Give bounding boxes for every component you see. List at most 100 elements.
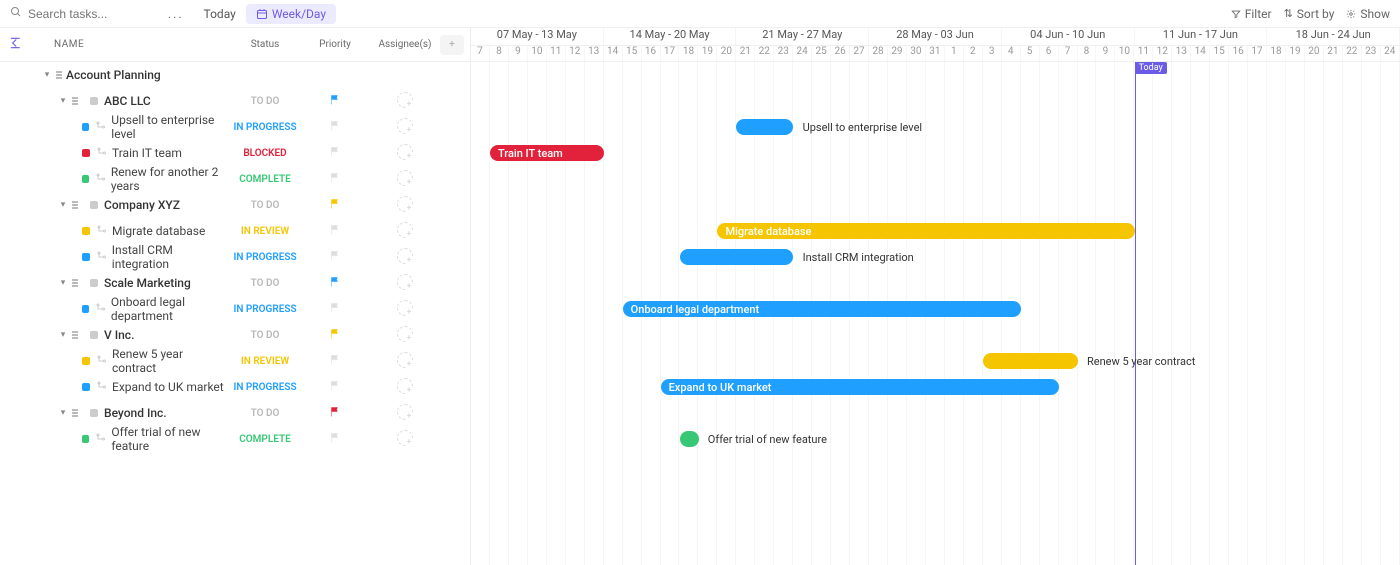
gantt-bar[interactable] (736, 119, 793, 135)
add-column-button[interactable]: + (440, 35, 464, 55)
assignee-cell[interactable] (370, 326, 440, 345)
priority-cell[interactable] (300, 224, 370, 239)
status-cell[interactable]: IN REVIEW (230, 356, 300, 367)
status-cell[interactable]: TO DO (230, 200, 300, 211)
group-row[interactable]: ▾Account Planning (0, 62, 470, 88)
group-row[interactable]: ▾ABC LLCTO DO (0, 88, 470, 114)
assignee-cell[interactable] (370, 92, 440, 111)
add-assignee-icon[interactable] (397, 248, 413, 264)
status-cell[interactable]: BLOCKED (230, 148, 300, 159)
priority-cell[interactable] (300, 276, 370, 291)
gantt-bar[interactable]: Onboard legal department (623, 301, 1021, 317)
add-assignee-icon[interactable] (397, 222, 413, 238)
status-cell[interactable]: COMPLETE (230, 434, 300, 445)
task-row[interactable]: Renew 5 year contractIN REVIEW (0, 348, 470, 374)
status-cell[interactable]: COMPLETE (230, 174, 300, 185)
add-assignee-icon[interactable] (397, 326, 413, 342)
chevron-down-icon[interactable]: ▾ (58, 330, 68, 340)
add-assignee-icon[interactable] (397, 144, 413, 160)
status-cell[interactable]: IN PROGRESS (230, 252, 300, 263)
task-row[interactable]: Renew for another 2 yearsCOMPLETE (0, 166, 470, 192)
group-row[interactable]: ▾Beyond Inc.TO DO (0, 400, 470, 426)
group-row[interactable]: ▾V Inc.TO DO (0, 322, 470, 348)
priority-cell[interactable] (300, 302, 370, 317)
status-cell[interactable]: IN PROGRESS (230, 304, 300, 315)
gantt-bar[interactable]: Train IT team (490, 145, 604, 161)
gantt-bar[interactable]: Expand to UK market (661, 379, 1059, 395)
weekday-button[interactable]: Week/Day (246, 4, 336, 24)
gantt-bar[interactable] (983, 353, 1078, 369)
status-cell[interactable]: TO DO (230, 330, 300, 341)
assignee-cell[interactable] (370, 378, 440, 397)
show-button[interactable]: Show (1346, 7, 1390, 21)
priority-cell[interactable] (300, 328, 370, 343)
status-cell[interactable]: IN REVIEW (230, 226, 300, 237)
priority-cell[interactable] (300, 120, 370, 135)
task-row[interactable]: Train IT teamBLOCKED (0, 140, 470, 166)
add-assignee-icon[interactable] (397, 274, 413, 290)
assignee-cell[interactable] (370, 300, 440, 319)
priority-cell[interactable] (300, 172, 370, 187)
priority-cell[interactable] (300, 198, 370, 213)
chevron-down-icon[interactable]: ▾ (58, 408, 68, 418)
chevron-down-icon[interactable]: ▾ (58, 200, 68, 210)
status-cell[interactable]: TO DO (230, 96, 300, 107)
sortby-button[interactable]: ⇅ Sort by (1284, 7, 1335, 21)
add-assignee-icon[interactable] (397, 352, 413, 368)
search-input[interactable] (28, 7, 148, 21)
col-status[interactable]: Status (230, 39, 300, 50)
add-assignee-icon[interactable] (397, 92, 413, 108)
status-cell[interactable]: IN PROGRESS (230, 122, 300, 133)
chevron-down-icon[interactable]: ▾ (58, 96, 68, 106)
assignee-cell[interactable] (370, 196, 440, 215)
task-row[interactable]: Expand to UK marketIN PROGRESS (0, 374, 470, 400)
assignee-cell[interactable] (370, 274, 440, 293)
priority-cell[interactable] (300, 406, 370, 421)
add-assignee-icon[interactable] (397, 196, 413, 212)
today-button[interactable]: Today (204, 7, 236, 21)
priority-cell[interactable] (300, 354, 370, 369)
col-priority[interactable]: Priority (300, 39, 370, 50)
task-row[interactable]: Migrate databaseIN REVIEW (0, 218, 470, 244)
priority-cell[interactable] (300, 432, 370, 447)
assignee-cell[interactable] (370, 430, 440, 449)
gantt-body[interactable]: TodayUpsell to enterprise levelTrain IT … (471, 62, 1400, 565)
chevron-down-icon[interactable]: ▾ (42, 70, 52, 80)
task-row[interactable]: Offer trial of new featureCOMPLETE (0, 426, 470, 452)
add-assignee-icon[interactable] (397, 430, 413, 446)
status-cell[interactable]: IN PROGRESS (230, 382, 300, 393)
group-row[interactable]: ▾Scale MarketingTO DO (0, 270, 470, 296)
add-assignee-icon[interactable] (397, 404, 413, 420)
gantt-bar[interactable] (680, 249, 794, 265)
add-assignee-icon[interactable] (397, 300, 413, 316)
col-name[interactable]: NAME (30, 39, 230, 50)
assignee-cell[interactable] (370, 222, 440, 241)
assignee-cell[interactable] (370, 170, 440, 189)
task-row[interactable]: Install CRM integrationIN PROGRESS (0, 244, 470, 270)
assignee-cell[interactable] (370, 248, 440, 267)
task-row[interactable]: Onboard legal departmentIN PROGRESS (0, 296, 470, 322)
assignee-cell[interactable] (370, 352, 440, 371)
priority-cell[interactable] (300, 94, 370, 109)
collapse-panel-button[interactable] (0, 36, 30, 54)
assignee-cell[interactable] (370, 118, 440, 137)
assignee-cell[interactable] (370, 404, 440, 423)
status-cell[interactable]: TO DO (230, 408, 300, 419)
priority-cell[interactable] (300, 250, 370, 265)
flag-icon (329, 302, 341, 314)
group-row[interactable]: ▾Company XYZTO DO (0, 192, 470, 218)
gantt-bar[interactable]: Migrate database (717, 223, 1134, 239)
priority-cell[interactable] (300, 380, 370, 395)
status-cell[interactable]: TO DO (230, 278, 300, 289)
add-assignee-icon[interactable] (397, 378, 413, 394)
col-assignees[interactable]: Assignee(s) (370, 39, 440, 50)
add-assignee-icon[interactable] (397, 170, 413, 186)
chevron-down-icon[interactable]: ▾ (58, 278, 68, 288)
filter-button[interactable]: Filter (1231, 7, 1272, 21)
add-assignee-icon[interactable] (397, 118, 413, 134)
more-menu[interactable]: ... (168, 7, 184, 21)
priority-cell[interactable] (300, 146, 370, 161)
assignee-cell[interactable] (370, 144, 440, 163)
gantt-bar[interactable] (680, 431, 699, 447)
task-row[interactable]: Upsell to enterprise levelIN PROGRESS (0, 114, 470, 140)
